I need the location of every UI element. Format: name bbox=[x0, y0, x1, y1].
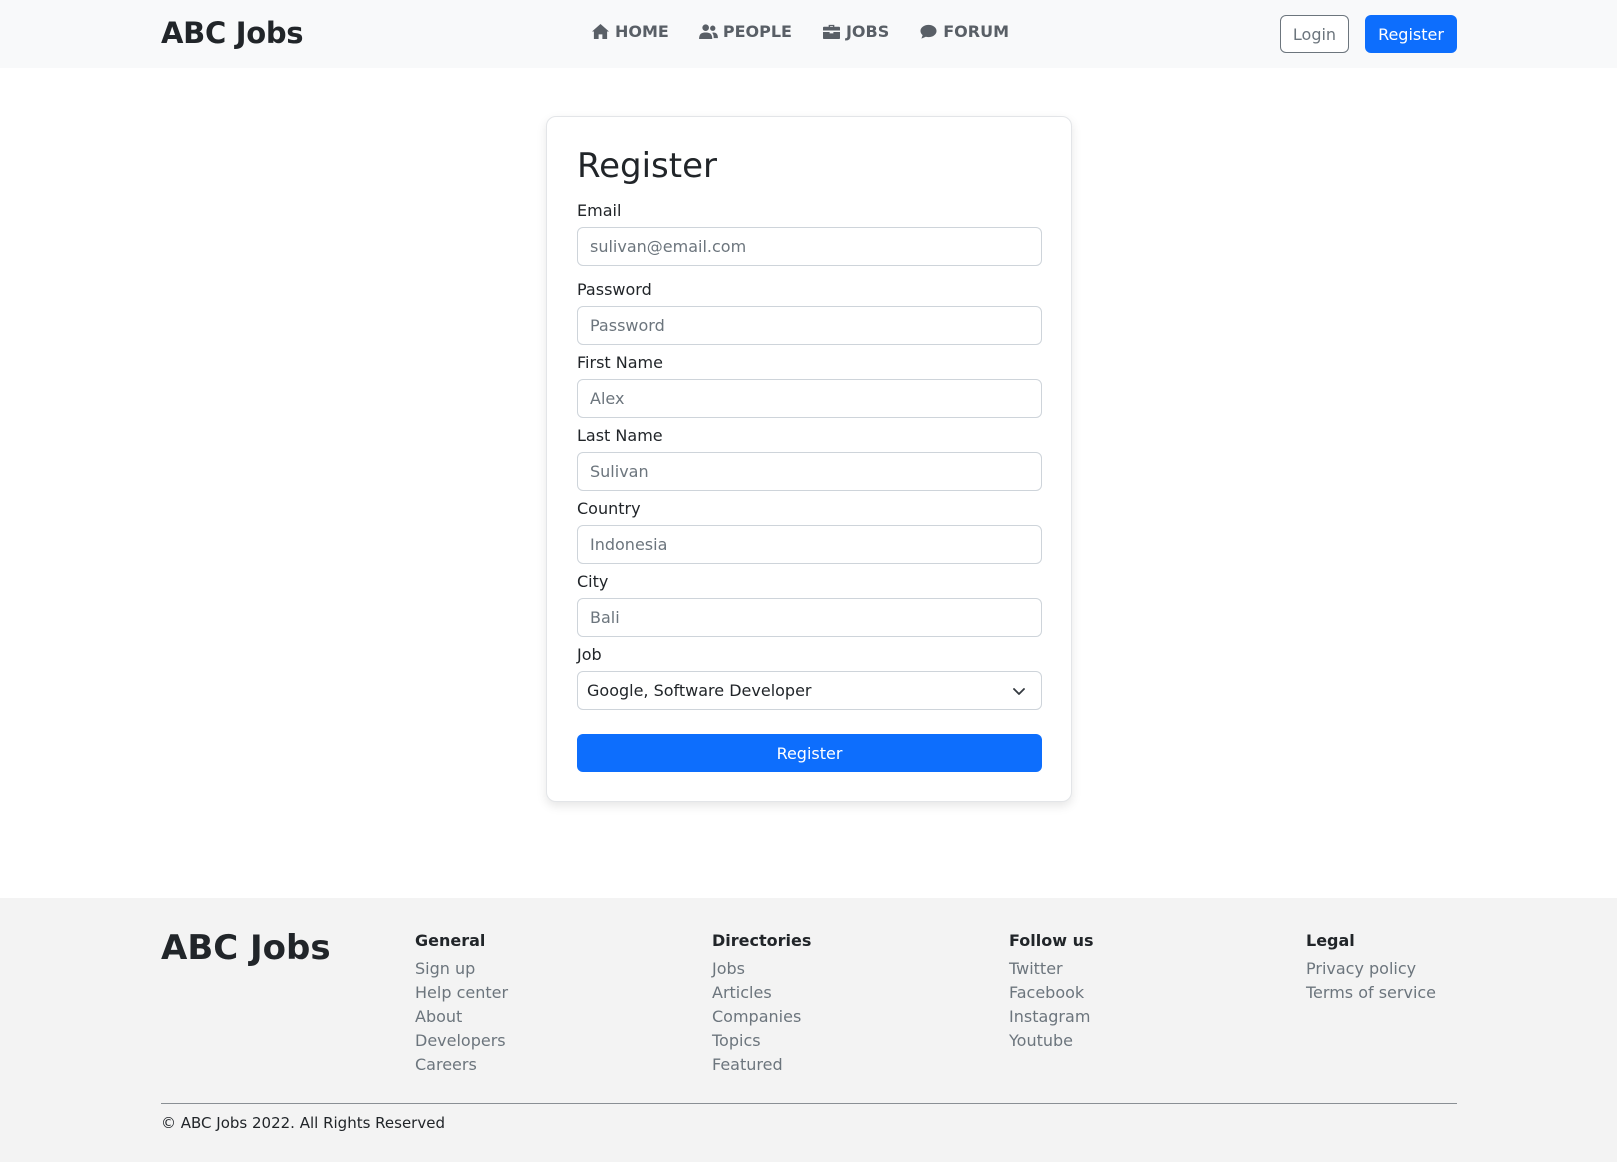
footer-column-title: General bbox=[415, 931, 486, 950]
nav-home[interactable]: HOME bbox=[591, 22, 669, 41]
country-field[interactable] bbox=[577, 525, 1042, 564]
city-label: City bbox=[577, 572, 609, 591]
nav-home-label: HOME bbox=[615, 22, 669, 41]
login-button[interactable]: Login bbox=[1280, 15, 1349, 53]
footer-link-about[interactable]: About bbox=[415, 1005, 508, 1029]
job-select-value: Google, Software Developer bbox=[587, 681, 812, 700]
briefcase-icon bbox=[822, 24, 840, 40]
footer-link-terms-of-service[interactable]: Terms of service bbox=[1306, 981, 1436, 1005]
footer-link-twitter[interactable]: Twitter bbox=[1009, 957, 1094, 981]
nav-forum-label: FORUM bbox=[943, 22, 1009, 41]
footer-divider bbox=[161, 1103, 1457, 1104]
copyright-text: © ABC Jobs 2022. All Rights Reserved bbox=[161, 1114, 445, 1132]
last-name-field[interactable] bbox=[577, 452, 1042, 491]
footer: ABC Jobs General Sign up Help center Abo… bbox=[0, 898, 1617, 1162]
page-title: Register bbox=[577, 146, 717, 186]
footer-link-youtube[interactable]: Youtube bbox=[1009, 1029, 1094, 1053]
footer-brand: ABC Jobs bbox=[161, 928, 331, 968]
footer-column-legal: Legal Privacy policy Terms of service bbox=[1306, 931, 1436, 1005]
footer-link-articles[interactable]: Articles bbox=[712, 981, 811, 1005]
people-icon bbox=[698, 24, 718, 40]
footer-link-featured[interactable]: Featured bbox=[712, 1053, 811, 1077]
footer-link-help-center[interactable]: Help center bbox=[415, 981, 508, 1005]
first-name-field[interactable] bbox=[577, 379, 1042, 418]
footer-column-title: Directories bbox=[712, 931, 812, 950]
nav-forum[interactable]: FORUM bbox=[919, 22, 1009, 41]
email-field[interactable] bbox=[577, 227, 1042, 266]
footer-link-topics[interactable]: Topics bbox=[712, 1029, 811, 1053]
country-label: Country bbox=[577, 499, 641, 518]
footer-link-companies[interactable]: Companies bbox=[712, 1005, 811, 1029]
footer-column-title: Legal bbox=[1306, 931, 1355, 950]
footer-link-jobs[interactable]: Jobs bbox=[712, 957, 811, 981]
city-field[interactable] bbox=[577, 598, 1042, 637]
brand-logo[interactable]: ABC Jobs bbox=[161, 16, 304, 50]
footer-link-sign-up[interactable]: Sign up bbox=[415, 957, 508, 981]
footer-column-directories: Directories Jobs Articles Companies Topi… bbox=[712, 931, 811, 1077]
chat-icon bbox=[920, 24, 937, 39]
register-nav-button[interactable]: Register bbox=[1365, 15, 1457, 53]
nav-people-label: PEOPLE bbox=[722, 22, 792, 41]
nav-jobs-label: JOBS bbox=[845, 22, 890, 41]
footer-column-follow-us: Follow us Twitter Facebook Instagram You… bbox=[1009, 931, 1094, 1053]
email-label: Email bbox=[577, 201, 622, 220]
register-submit-button[interactable]: Register bbox=[577, 734, 1042, 772]
job-label: Job bbox=[577, 645, 602, 664]
nav-people[interactable]: PEOPLE bbox=[698, 22, 792, 41]
footer-link-developers[interactable]: Developers bbox=[415, 1029, 508, 1053]
footer-link-facebook[interactable]: Facebook bbox=[1009, 981, 1094, 1005]
nav-jobs[interactable]: JOBS bbox=[822, 22, 889, 41]
first-name-label: First Name bbox=[577, 353, 663, 372]
footer-column-general: General Sign up Help center About Develo… bbox=[415, 931, 508, 1077]
last-name-label: Last Name bbox=[577, 426, 663, 445]
footer-link-careers[interactable]: Careers bbox=[415, 1053, 508, 1077]
register-card: Register Email Password First Name Last … bbox=[546, 116, 1072, 802]
footer-column-title: Follow us bbox=[1009, 931, 1094, 950]
job-select[interactable]: Google, Software Developer bbox=[577, 671, 1042, 710]
footer-link-instagram[interactable]: Instagram bbox=[1009, 1005, 1094, 1029]
password-field[interactable] bbox=[577, 306, 1042, 345]
password-label: Password bbox=[577, 280, 652, 299]
footer-link-privacy-policy[interactable]: Privacy policy bbox=[1306, 957, 1436, 981]
navbar: ABC Jobs HOME PEOPLE JOBS FORUM Login Re… bbox=[0, 0, 1617, 68]
chevron-down-icon bbox=[1013, 687, 1025, 695]
home-icon bbox=[592, 23, 609, 40]
main-nav: HOME PEOPLE JOBS FORUM bbox=[591, 22, 1009, 41]
